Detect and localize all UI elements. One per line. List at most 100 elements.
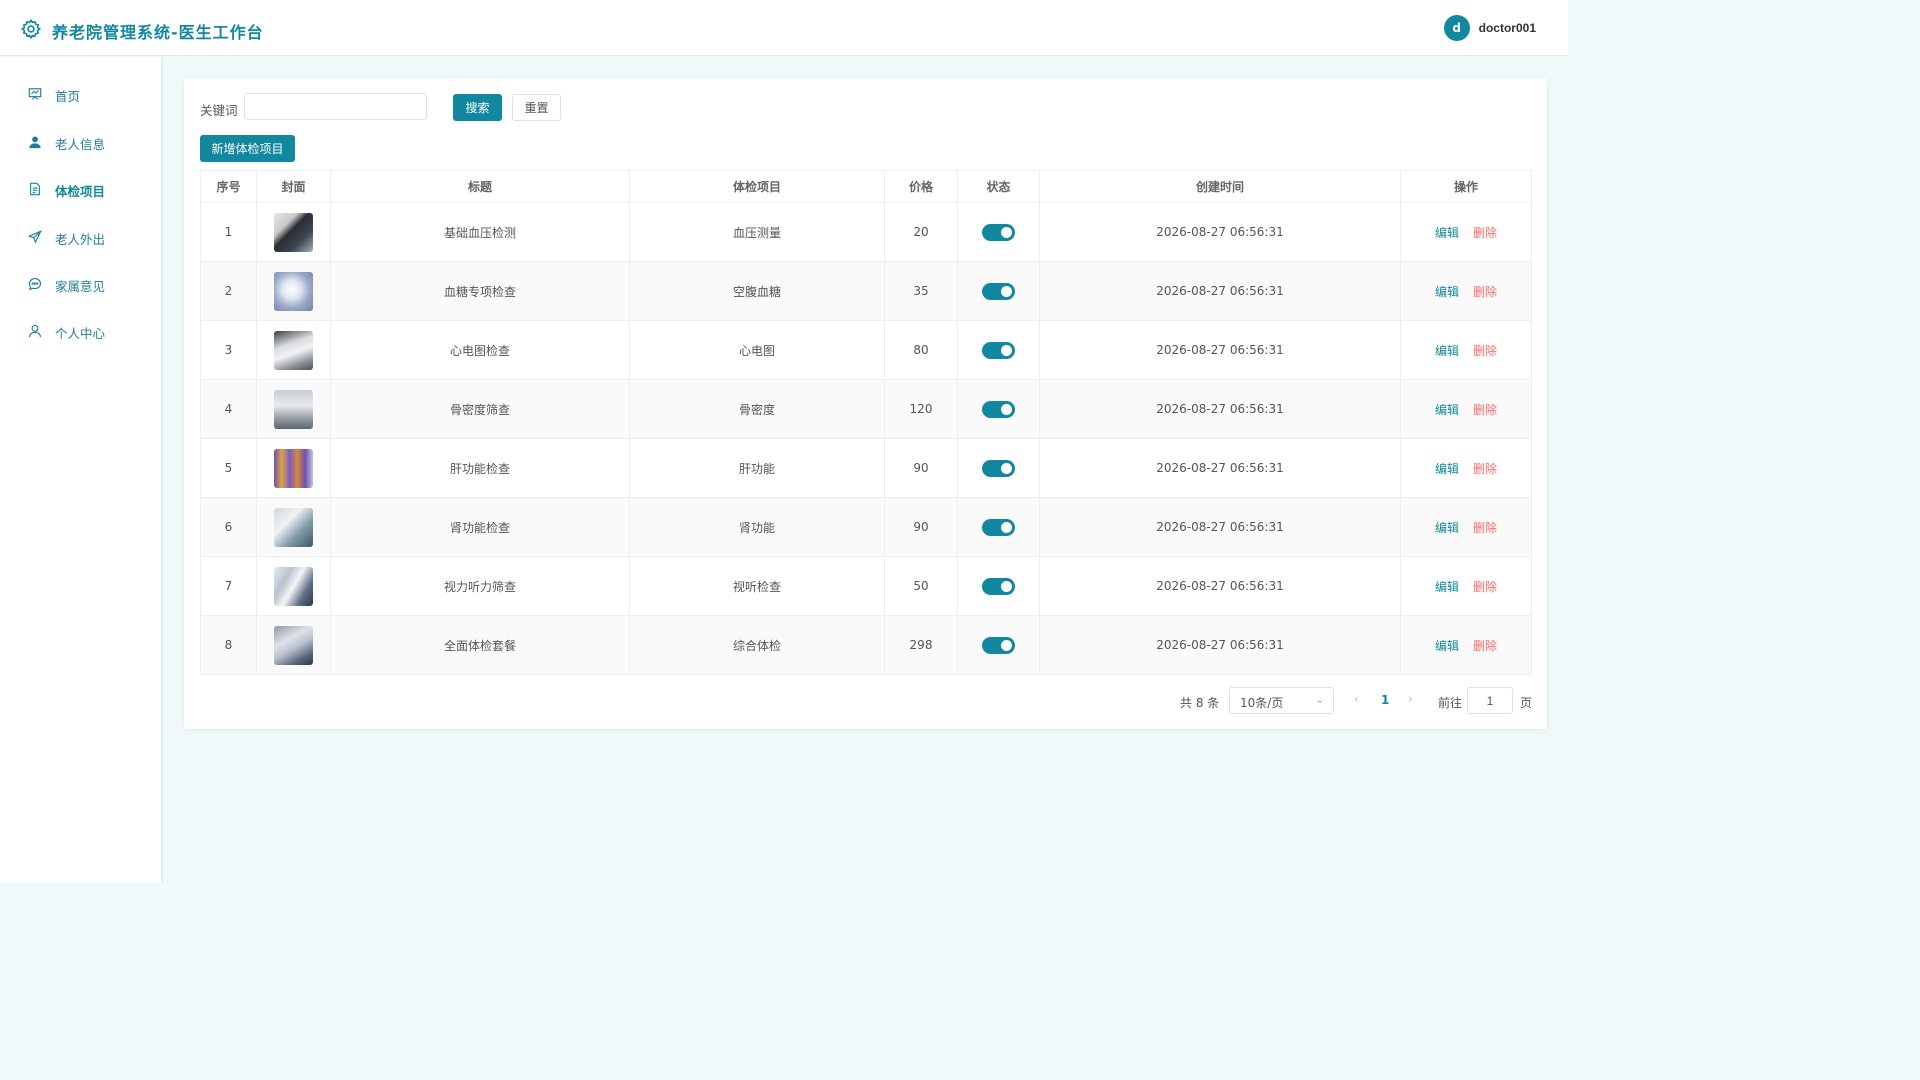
status-toggle[interactable] [982, 223, 1015, 241]
delete-link[interactable]: 删除 [1473, 403, 1497, 417]
app-title: 养老院管理系统-医生工作台 [52, 23, 264, 42]
sidebar-item-family-feedback[interactable]: 家属意见 [0, 269, 161, 299]
status-toggle[interactable] [982, 636, 1015, 654]
status-toggle[interactable] [982, 459, 1015, 477]
row-index: 4 [200, 379, 257, 439]
edit-link[interactable]: 编辑 [1435, 403, 1459, 417]
row-title: 基础血压检测 [330, 202, 630, 262]
delete-link[interactable]: 删除 [1473, 580, 1497, 594]
column-header-cover[interactable]: 封面 [256, 170, 331, 203]
table-row: 5 肝功能检查 肝功能 90 2026-08-27 06:56:31 编辑 删除 [200, 438, 1532, 498]
edit-link[interactable]: 编辑 [1435, 226, 1459, 240]
page-size-select[interactable]: 10条/页 ⌄ [1229, 687, 1334, 714]
gear-icon [20, 18, 42, 40]
column-header-status[interactable]: 状态 [957, 170, 1040, 203]
row-title: 全面体检套餐 [330, 615, 630, 675]
next-page-icon[interactable]: › [1408, 692, 1413, 706]
add-checkup-item-button[interactable]: 新增体检项目 [200, 135, 295, 162]
sidebar-item-elder-info[interactable]: 老人信息 [0, 127, 161, 157]
keyword-label: 关键词 [200, 103, 238, 118]
column-header-index[interactable]: 序号 [200, 170, 257, 203]
table-row: 2 血糖专项检查 空腹血糖 35 2026-08-27 06:56:31 编辑删… [200, 261, 1532, 321]
edit-link[interactable]: 编辑 [1435, 344, 1459, 358]
row-item: 心电图 [629, 320, 885, 380]
delete-link[interactable]: 删除 [1473, 462, 1497, 476]
avatar[interactable]: d [1443, 15, 1470, 41]
row-item: 骨密度 [629, 379, 885, 439]
edit-link[interactable]: 编辑 [1435, 285, 1459, 299]
page-suffix: 页 [1520, 696, 1533, 710]
column-header-price[interactable]: 价格 [884, 170, 958, 203]
status-toggle[interactable] [982, 518, 1015, 536]
row-created-time: 2026-08-27 06:56:31 [1039, 438, 1401, 498]
edit-link[interactable]: 编辑 [1435, 639, 1459, 653]
row-title: 血糖专项检查 [330, 261, 630, 321]
row-index: 7 [200, 556, 257, 616]
cover-image[interactable] [274, 448, 313, 488]
table-row: 7 视力听力筛查 视听检查 50 2026-08-27 06:56:31 编辑删… [200, 556, 1532, 616]
search-button[interactable]: 搜索 [453, 94, 502, 121]
delete-link[interactable]: 删除 [1473, 285, 1497, 299]
cover-image[interactable] [274, 271, 313, 311]
sidebar-item-profile[interactable]: 个人中心 [0, 316, 161, 346]
row-created-time: 2026-08-27 06:56:31 [1039, 556, 1401, 616]
table-row: 6 肾功能检查 肾功能 90 2026-08-27 06:56:31 编辑 删除 [200, 497, 1532, 557]
edit-link[interactable]: 编辑 [1435, 580, 1459, 594]
row-index: 2 [200, 261, 257, 321]
delete-link[interactable]: 删除 [1473, 344, 1497, 358]
send-icon [28, 230, 42, 244]
prev-page-icon[interactable]: ‹ [1354, 692, 1359, 706]
table-header-row: 序号 封面 标题 体检项目 价格 状态 创建时间 操作 [200, 170, 1532, 203]
status-toggle[interactable] [982, 341, 1015, 359]
edit-link[interactable]: 编辑 [1435, 521, 1459, 535]
goto-page-input[interactable] [1467, 687, 1513, 714]
top-header: 养老院管理系统-医生工作台 d doctor001 [0, 0, 1568, 56]
status-toggle[interactable] [982, 400, 1015, 418]
row-price: 90 [884, 497, 958, 557]
sidebar-item-label: 首页 [55, 89, 81, 104]
column-header-actions[interactable]: 操作 [1400, 170, 1532, 203]
row-index: 5 [200, 438, 257, 498]
pagination: 共 8 条 10条/页 ⌄ ‹ 1 › 前往 页 [184, 687, 1547, 715]
cover-image[interactable] [274, 330, 313, 370]
row-index: 1 [200, 202, 257, 262]
chevron-down-icon: ⌄ [1315, 695, 1324, 706]
username[interactable]: doctor001 [1479, 21, 1536, 35]
row-price: 50 [884, 556, 958, 616]
column-header-item[interactable]: 体检项目 [629, 170, 885, 203]
row-price: 298 [884, 615, 958, 675]
column-header-title[interactable]: 标题 [330, 170, 630, 203]
sidebar-item-label: 家属意见 [55, 279, 106, 294]
sidebar-item-checkup-items[interactable]: 体检项目 [0, 174, 161, 204]
person-icon [29, 324, 41, 338]
reset-button[interactable]: 重置 [512, 94, 561, 121]
sidebar-item-home[interactable]: 首页 [0, 79, 161, 109]
status-toggle[interactable] [982, 282, 1015, 300]
sidebar-item-label: 个人中心 [55, 326, 106, 341]
row-title: 骨密度筛查 [330, 379, 630, 439]
row-title: 视力听力筛查 [330, 556, 630, 616]
sidebar-item-label: 老人外出 [55, 232, 106, 247]
cover-image[interactable] [274, 507, 313, 547]
page-number-current[interactable]: 1 [1381, 693, 1389, 707]
delete-link[interactable]: 删除 [1473, 521, 1497, 535]
row-created-time: 2026-08-27 06:56:31 [1039, 320, 1401, 380]
goto-label: 前往 [1438, 696, 1463, 710]
column-header-created[interactable]: 创建时间 [1039, 170, 1401, 203]
cover-image[interactable] [274, 566, 313, 606]
cover-image[interactable] [274, 625, 313, 665]
row-price: 35 [884, 261, 958, 321]
chat-icon [28, 278, 42, 291]
user-menu[interactable]: d doctor001 [1443, 15, 1536, 41]
delete-link[interactable]: 删除 [1473, 639, 1497, 653]
table-row: 4 骨密度筛查 骨密度 120 2026-08-27 06:56:31 编辑 删除 [200, 379, 1532, 439]
cover-image[interactable] [274, 389, 313, 429]
edit-link[interactable]: 编辑 [1435, 462, 1459, 476]
table-row: 1 基础血压检测 血压测量 20 2026-08-27 06:56:31 编辑删… [200, 202, 1532, 262]
sidebar-item-outing[interactable]: 老人外出 [0, 222, 161, 252]
status-toggle[interactable] [982, 577, 1015, 595]
checkup-items-table: 序号 封面 标题 体检项目 价格 状态 创建时间 操作 1 基础血压检测 血压测… [200, 170, 1532, 675]
keyword-input[interactable] [244, 93, 427, 120]
cover-image[interactable] [274, 212, 313, 252]
delete-link[interactable]: 删除 [1473, 226, 1497, 240]
